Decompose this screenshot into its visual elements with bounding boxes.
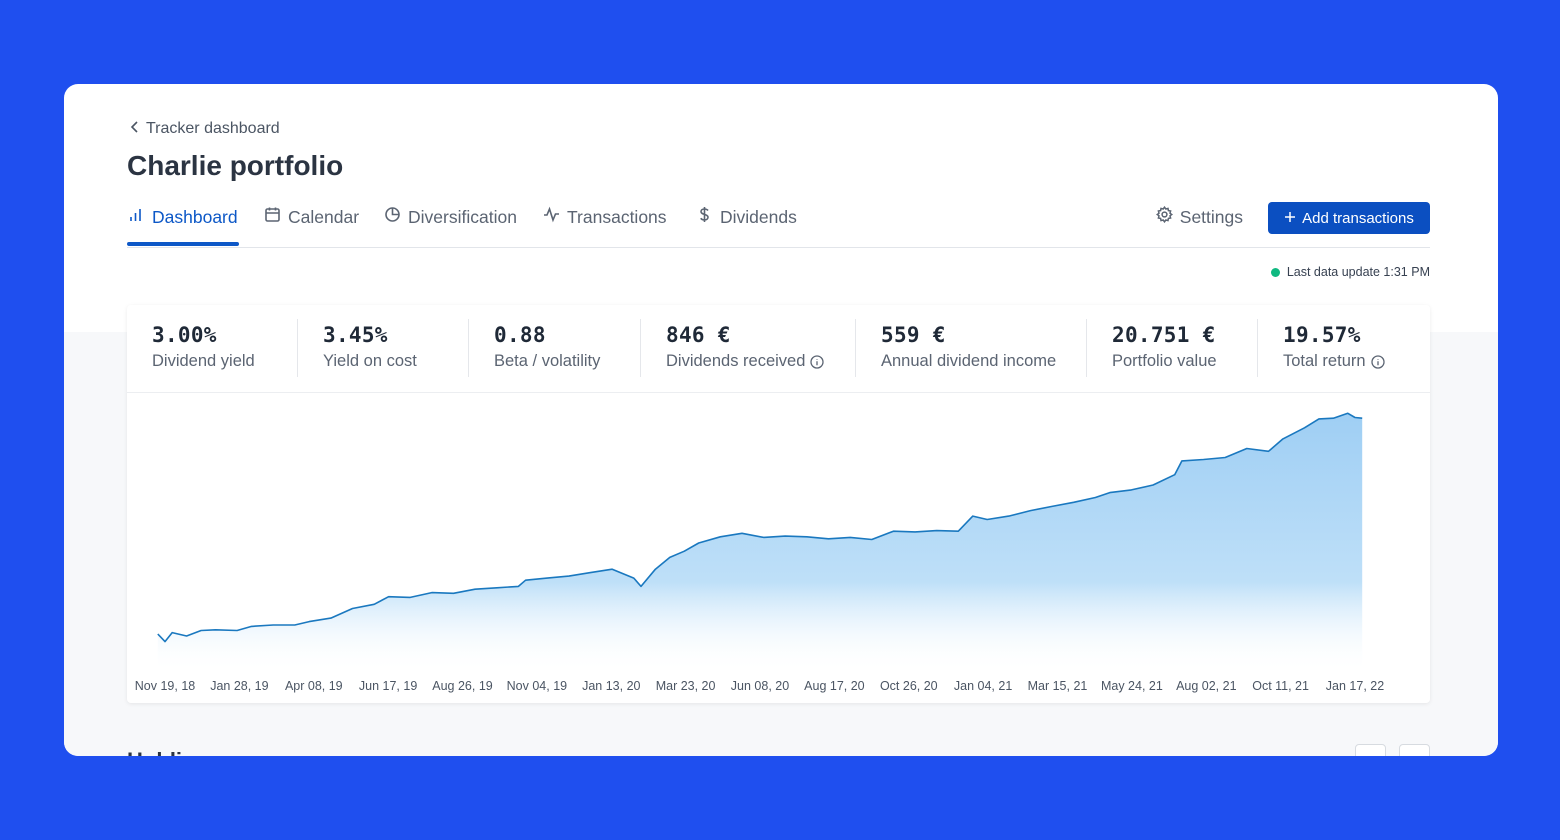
stat-label: Annual dividend income bbox=[881, 352, 1057, 370]
view-grid-button[interactable] bbox=[1399, 744, 1430, 756]
stat-label: Dividend yield bbox=[152, 352, 255, 370]
add-transactions-button[interactable]: Add transactions bbox=[1268, 202, 1430, 234]
tab-label: Transactions bbox=[567, 206, 667, 227]
dollar-icon bbox=[696, 206, 713, 228]
x-tick-label: Aug 02, 21 bbox=[1176, 679, 1237, 693]
portfolio-summary-card: 3.00% Dividend yield 3.45% Yield on cost… bbox=[127, 305, 1430, 703]
status-dot-icon bbox=[1270, 267, 1280, 277]
gear-icon bbox=[1155, 205, 1173, 228]
x-tick-label: Oct 11, 21 bbox=[1252, 679, 1309, 693]
stat-total-return: 19.57% Total return bbox=[1257, 319, 1430, 377]
settings-label: Settings bbox=[1179, 206, 1243, 227]
last-update-status: Last data update 1:31 PM bbox=[1270, 265, 1430, 279]
tab-bar: Dashboard Calendar Diversification Trans… bbox=[127, 196, 1430, 248]
stat-value: 559 € bbox=[881, 323, 946, 347]
portfolio-window: Tracker dashboard Charlie portfolio Dash… bbox=[64, 84, 1498, 756]
settings-button[interactable]: Settings bbox=[1155, 205, 1243, 228]
stat-beta-volatility: 0.88 Beta / volatility bbox=[468, 319, 640, 377]
activity-icon bbox=[543, 206, 560, 228]
x-tick-label: Jan 28, 19 bbox=[210, 679, 268, 693]
stat-annual-dividend-income: 559 € Annual dividend income bbox=[855, 319, 1086, 377]
stat-dividends-received: 846 € Dividends received bbox=[640, 319, 855, 377]
tab-transactions[interactable]: Transactions bbox=[543, 206, 667, 228]
stat-value: 20.751 € bbox=[1112, 323, 1216, 347]
pie-chart-icon bbox=[384, 206, 401, 228]
x-tick-label: Jun 08, 20 bbox=[731, 679, 789, 693]
stat-label: Dividends received bbox=[666, 352, 806, 370]
stat-value: 19.57% bbox=[1283, 323, 1361, 347]
x-tick-label: Jun 17, 19 bbox=[359, 679, 417, 693]
x-tick-label: Mar 23, 20 bbox=[656, 679, 716, 693]
stat-portfolio-value: 20.751 € Portfolio value bbox=[1086, 319, 1257, 377]
last-update-text: Last data update 1:31 PM bbox=[1286, 265, 1430, 279]
x-tick-label: Jan 04, 21 bbox=[954, 679, 1012, 693]
page-title: Charlie portfolio bbox=[127, 150, 344, 181]
stats-row: 3.00% Dividend yield 3.45% Yield on cost… bbox=[127, 305, 1430, 393]
bar-chart-icon bbox=[128, 206, 145, 228]
stat-yield-on-cost: 3.45% Yield on cost bbox=[297, 319, 468, 377]
calendar-icon bbox=[264, 206, 281, 228]
x-tick-label: Aug 26, 19 bbox=[432, 679, 493, 693]
stat-value: 3.45% bbox=[323, 323, 388, 347]
chevron-left-icon bbox=[130, 120, 140, 138]
stat-label: Total return bbox=[1283, 352, 1366, 370]
x-tick-label: Jan 13, 20 bbox=[582, 679, 640, 693]
tab-label: Diversification bbox=[408, 206, 517, 227]
stat-value: 0.88 bbox=[494, 323, 546, 347]
portfolio-performance-chart[interactable]: Nov 19, 18 Jan 28, 19 Apr 08, 19 Jun 17, 19… bbox=[127, 393, 1430, 703]
x-tick-label: Jan 17, 22 bbox=[1326, 679, 1384, 693]
tab-diversification[interactable]: Diversification bbox=[384, 206, 517, 228]
stat-value: 846 € bbox=[666, 323, 731, 347]
tab-label: Dividends bbox=[720, 206, 797, 227]
x-tick-label: Oct 26, 20 bbox=[880, 679, 938, 693]
tab-dashboard[interactable]: Dashboard bbox=[128, 206, 238, 228]
plus-icon bbox=[1284, 210, 1296, 227]
add-transactions-label: Add transactions bbox=[1302, 209, 1414, 227]
stat-label: Yield on cost bbox=[323, 352, 417, 370]
tab-label: Calendar bbox=[288, 206, 360, 227]
breadcrumb-label: Tracker dashboard bbox=[146, 120, 280, 137]
stat-value: 3.00% bbox=[152, 323, 217, 347]
x-axis-ticks: Nov 19, 18 Jan 28, 19 Apr 08, 19 Jun 17, 19… bbox=[135, 679, 1384, 693]
x-tick-label: May 24, 21 bbox=[1101, 679, 1163, 693]
info-icon[interactable] bbox=[1370, 354, 1385, 369]
active-tab-indicator bbox=[127, 242, 239, 246]
x-tick-label: Nov 19, 18 bbox=[135, 679, 196, 693]
x-tick-label: Nov 04, 19 bbox=[507, 679, 568, 693]
tab-label: Dashboard bbox=[152, 206, 238, 227]
view-list-button[interactable] bbox=[1355, 744, 1386, 756]
info-icon[interactable] bbox=[810, 354, 825, 369]
stat-label: Portfolio value bbox=[1112, 352, 1217, 370]
breadcrumb[interactable]: Tracker dashboard bbox=[130, 120, 280, 138]
stat-dividend-yield: 3.00% Dividend yield bbox=[127, 319, 297, 377]
x-tick-label: Mar 15, 21 bbox=[1028, 679, 1088, 693]
chart-area-fill bbox=[157, 413, 1363, 673]
chart-area-layer bbox=[157, 413, 1363, 673]
holdings-title: Holdings bbox=[127, 748, 221, 756]
tab-dividends[interactable]: Dividends bbox=[696, 206, 797, 228]
stat-label: Beta / volatility bbox=[494, 352, 601, 370]
tab-calendar[interactable]: Calendar bbox=[264, 206, 359, 228]
x-tick-label: Apr 08, 19 bbox=[285, 679, 343, 693]
x-tick-label: Aug 17, 20 bbox=[804, 679, 865, 693]
